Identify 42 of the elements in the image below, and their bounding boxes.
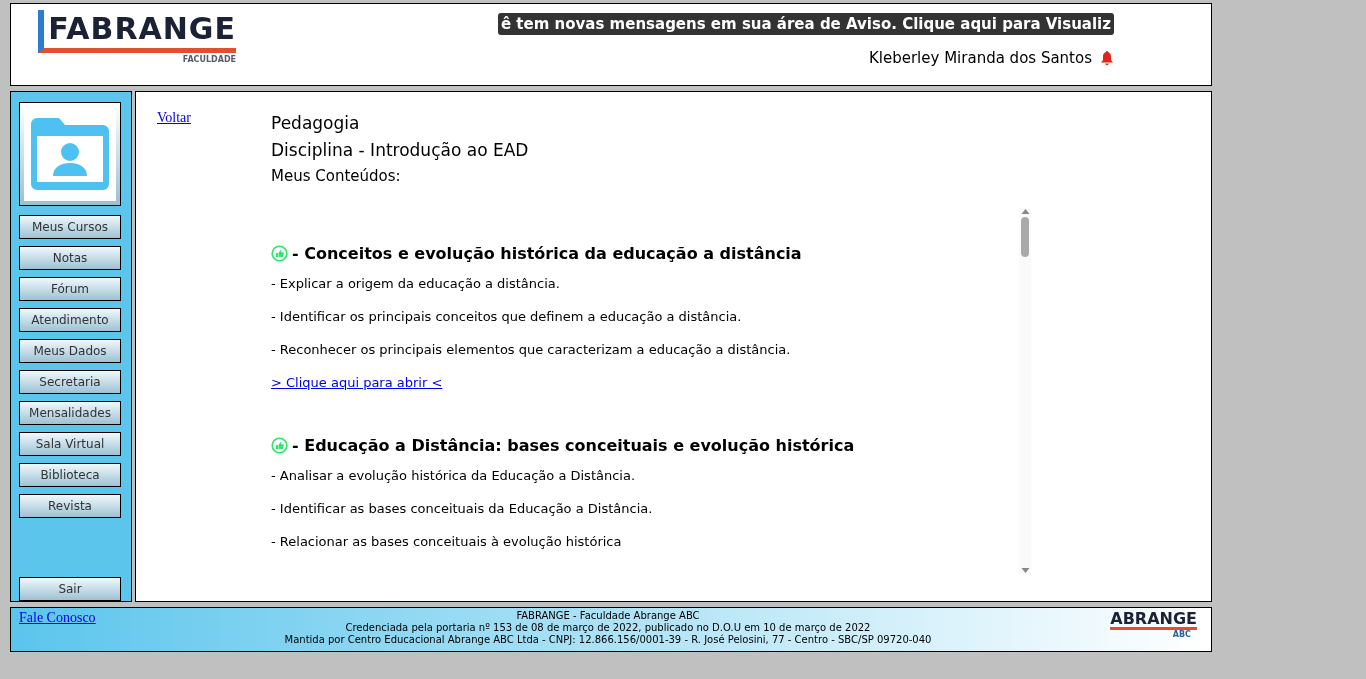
contact-link[interactable]: Fale Conosco	[19, 610, 259, 626]
open-content-link[interactable]: > Clique aqui para abrir <	[271, 375, 443, 390]
objective-text: - Reconhecer os principais elementos que caracterizam a educação a distância.	[271, 342, 792, 357]
objective-text: - Identificar as bases conceituais da Educação a Distância.	[271, 501, 654, 516]
objective-text: - Analisar a evolução histórica da Educação a Distância.	[271, 468, 637, 483]
section-title: Meus Conteúdos:	[271, 166, 402, 187]
scrollbar-thumb[interactable]	[1021, 217, 1029, 257]
content-title: - Conceitos e evolução histórica da educação a distância	[292, 244, 802, 263]
logo-name: FABRANGE	[38, 10, 236, 53]
footer-logo-name: ABRANGE	[1110, 610, 1197, 630]
back-link[interactable]: Voltar	[157, 110, 271, 601]
objective-text: - Identificar os principais conceitos que definem a educação a distância.	[271, 309, 743, 324]
nav-button[interactable]: Sala Virtual	[19, 432, 121, 456]
logo-tagline: FACULDADE	[182, 55, 236, 64]
user-folder-icon	[31, 118, 109, 190]
nav-button[interactable]: Meus Cursos	[19, 215, 121, 239]
thumbs-up-icon	[271, 437, 288, 454]
thumbs-up-icon	[271, 245, 288, 262]
user-name: Kleberley Miranda dos Santos	[868, 49, 1092, 67]
nav-button[interactable]: Meus Dados	[19, 339, 121, 363]
footer-text: Credenciada pela portaria nº 153 de 08 de março de 2022, publicado no D.O.U em 10 de março de 2022	[345, 622, 871, 634]
content-title: - Educação a Distância: bases conceituais e evolução histórica	[292, 436, 855, 455]
nav-button[interactable]: Fórum	[19, 277, 121, 301]
course-title: Pedagogia	[271, 112, 361, 135]
objective-text: - Relacionar as bases conceituais à evolução histórica	[271, 534, 623, 549]
scroll-up-icon[interactable]	[1020, 208, 1030, 215]
nav-button[interactable]: Notas	[19, 246, 121, 270]
nav-button[interactable]: Secretaria	[19, 370, 121, 394]
nav-button[interactable]: Mensalidades	[19, 401, 121, 425]
bell-icon[interactable]	[1100, 50, 1114, 66]
footer-text: Mantida por Centro Educacional Abrange ABC Ltda - CNPJ: 12.866.156/0001-39 - R. José Pelosini, 77 - Centro - SBC/SP 09720-040	[284, 634, 932, 646]
footer-text: FABRANGE - Faculdade Abrange ABC	[516, 610, 700, 622]
nav-button[interactable]: Atendimento	[19, 308, 121, 332]
discipline-title: Disciplina - Introdução ao EAD	[271, 139, 530, 162]
nav-button[interactable]: Biblioteca	[19, 463, 121, 487]
footer-logo-tagline: ABC	[1172, 630, 1191, 639]
scroll-down-icon[interactable]	[1020, 567, 1030, 574]
scrollbar[interactable]	[1019, 208, 1031, 574]
logout-button[interactable]: Sair	[19, 577, 121, 601]
notice-banner[interactable]: ê tem novas mensagens em sua área de Aviso. Clique aqui para Visualiz	[497, 13, 1114, 35]
objective-text: - Explicar a origem da educação a distância.	[271, 276, 561, 291]
nav-button[interactable]: Revista	[19, 494, 121, 518]
